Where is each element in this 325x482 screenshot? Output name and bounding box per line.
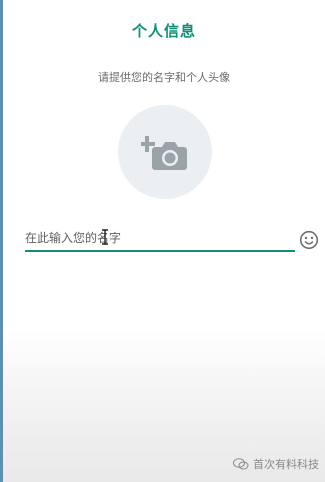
watermark-text: 首次有料科技 xyxy=(253,458,319,471)
watermark: 首次有料科技 xyxy=(233,456,319,472)
text-cursor-icon xyxy=(102,229,108,245)
add-photo-camera-icon xyxy=(141,136,187,170)
avatar-picker-button[interactable] xyxy=(118,105,212,199)
name-input[interactable] xyxy=(25,228,293,248)
wechat-icon xyxy=(233,458,249,470)
profile-info-screen: 个人信息 请提供您的名字和个人头像 首次有料科技 xyxy=(3,0,325,482)
name-input-underline xyxy=(25,250,295,252)
page-title: 个人信息 xyxy=(131,22,196,40)
page-subtitle: 请提供您的名字和个人头像 xyxy=(98,71,230,84)
smiley-emoji-icon[interactable] xyxy=(299,230,319,250)
